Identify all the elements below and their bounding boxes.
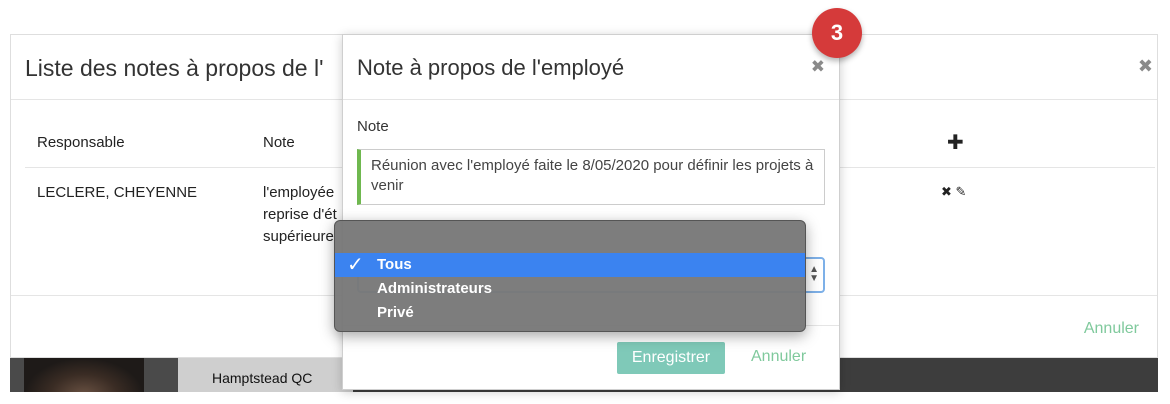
screen: Hamptstead QC Liste des notes à propos d… <box>0 0 1170 404</box>
note-modal-header: Note à propos de l'employé ✖ <box>343 35 839 100</box>
visibility-dropdown-menu: ✓ Tous Administrateurs Privé <box>334 220 806 332</box>
note-edit-modal: Note à propos de l'employé ✖ Note Réunio… <box>342 34 840 390</box>
dropdown-option-administrateurs[interactable]: Administrateurs <box>335 277 805 301</box>
note-textarea[interactable]: Réunion avec l'employé faite le 8/05/202… <box>357 149 825 205</box>
column-header-responsable: Responsable <box>37 134 125 151</box>
list-cancel-button[interactable]: Annuler <box>1084 320 1139 338</box>
dropdown-option-prive[interactable]: Privé <box>335 301 805 325</box>
column-header-note: Note <box>263 134 295 151</box>
close-icon[interactable]: ✖ <box>811 57 825 77</box>
plus-icon[interactable]: ✚ <box>947 130 964 155</box>
delete-icon[interactable]: ✖ <box>941 184 952 199</box>
note-field-label: Note <box>357 118 389 135</box>
checkmark-icon: ✓ <box>347 254 364 276</box>
note-modal-title: Note à propos de l'employé <box>357 55 625 80</box>
employee-photo <box>10 358 178 392</box>
note-modal-footer: Enregistrer Annuler <box>343 325 839 389</box>
cell-responsable: LECLERE, CHEYENNE <box>37 184 198 201</box>
employee-city: Hamptstead QC <box>212 370 313 386</box>
row-actions: ✖ ✎ <box>941 184 966 200</box>
select-arrows-icon: ▲ ▼ <box>809 264 819 284</box>
notes-list-title: Liste des notes à propos de l' <box>25 55 324 81</box>
cell-note: l'employée reprise d'ét supérieure <box>263 184 337 245</box>
close-icon[interactable]: ✖ <box>1138 56 1153 77</box>
save-button[interactable]: Enregistrer <box>617 342 725 374</box>
note-cancel-button[interactable]: Annuler <box>751 348 806 366</box>
edit-icon[interactable]: ✎ <box>956 184 967 199</box>
step-badge: 3 <box>812 8 862 58</box>
dropdown-option-tous[interactable]: ✓ Tous <box>335 253 805 277</box>
